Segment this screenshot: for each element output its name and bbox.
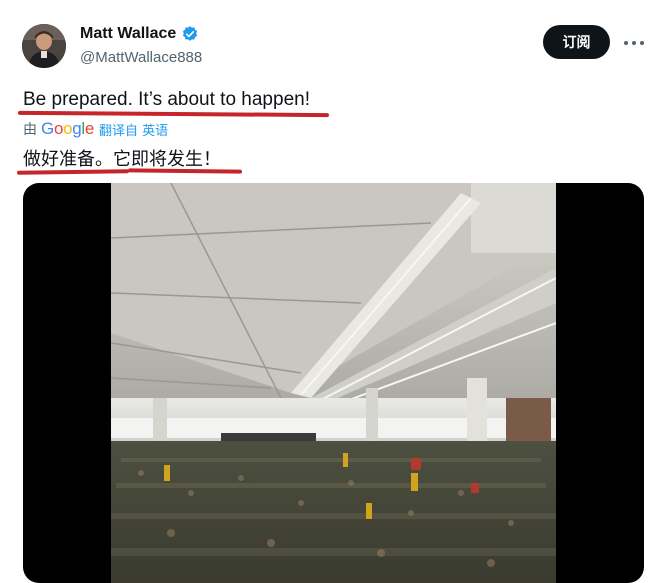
red-underline-annotation: [127, 168, 243, 174]
subscribe-button[interactable]: 订阅: [543, 25, 610, 59]
red-underline-annotation: [17, 110, 330, 118]
red-underline-annotation: [16, 169, 130, 175]
author-handle[interactable]: @MattWallace888: [80, 49, 202, 66]
translated-from-link[interactable]: 翻译自 英语: [99, 120, 168, 139]
author-display-name[interactable]: Matt Wallace: [80, 25, 176, 43]
translation-attribution: 由 Google 翻译自 英语: [23, 119, 168, 139]
translated-text: 做好准备。它即将发生！: [23, 149, 221, 170]
avatar[interactable]: [22, 24, 66, 68]
video-icon: [111, 183, 556, 583]
google-logo-icon: Google: [41, 119, 95, 138]
more-horizontal-icon[interactable]: [624, 33, 644, 53]
tweet-video[interactable]: [23, 183, 644, 583]
avatar-image: [22, 24, 66, 68]
tweet-text: Be prepared. It’s about to happen!: [23, 89, 310, 110]
verified-badge-icon: [181, 25, 199, 43]
author-name-row: Matt Wallace: [80, 25, 199, 43]
translated-by-label: 由: [23, 122, 37, 138]
